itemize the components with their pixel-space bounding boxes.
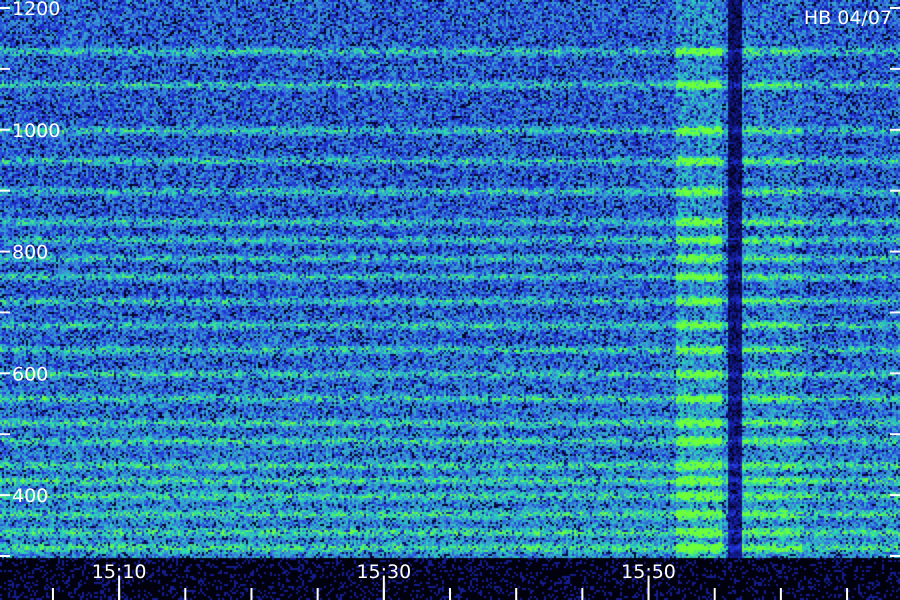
y-tick-label: 400	[12, 485, 48, 507]
station-label: HB 04/07	[804, 7, 892, 29]
axis-overlay: 400 600 800 1000 1200 15:10 15:30 15:50 HB 04/…	[0, 0, 900, 600]
x-tick-label: 15:50	[621, 561, 676, 583]
y-tick-label: 600	[12, 363, 48, 385]
y-tick-label: 800	[12, 242, 48, 264]
y-axis-right	[890, 7, 900, 557]
y-tick-label: 1000	[12, 120, 60, 142]
y-tick-label: 1200	[12, 0, 60, 20]
y-axis-left: 400 600 800 1000 1200	[0, 0, 60, 557]
x-axis: 15:10 15:30 15:50	[51, 561, 849, 600]
x-tick-label: 15:10	[92, 561, 147, 583]
x-tick-label: 15:30	[356, 561, 411, 583]
